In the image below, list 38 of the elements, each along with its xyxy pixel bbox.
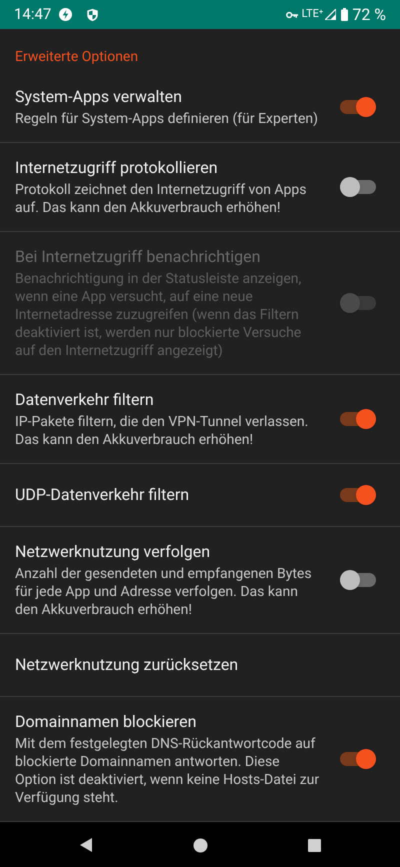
toggle-switch[interactable] bbox=[340, 488, 376, 502]
setting-description: Mit dem festgelegten DNS-Rückantwortcode auf blockierte Domainnamen antworten. Diese Option ist deaktiviert, wenn keine Hosts-Datei zur Verfügung steht. bbox=[15, 735, 320, 807]
setting-description: Regeln für System-Apps definieren (für Experten) bbox=[15, 110, 319, 128]
toggle-switch[interactable] bbox=[340, 100, 376, 114]
setting-title: Netzwerknutzung zurücksetzen bbox=[15, 654, 240, 676]
setting-description: Benachrichtigung in der Statusleiste anzeigen, wenn eine App versucht, auf eine neue Internetadresse zuzugreifen (wenn das Filtern deaktiviert ist, werden nur blockierte Versuche auf den Internetzugriff angezeigt) bbox=[15, 270, 302, 360]
settings-row[interactable]: Internetzugriff protokollieren Protokoll zeichnet den Internetzugriff von Apps auf. Das kann den Akkuverbrauch erhöhen! bbox=[0, 143, 400, 232]
bolt-icon bbox=[59, 8, 72, 21]
setting-title: Internetzugriff protokollieren bbox=[15, 157, 219, 179]
battery-icon bbox=[341, 8, 348, 21]
shield-icon bbox=[86, 8, 100, 22]
settings-row[interactable]: System-Apps verwalten Regeln für System-Apps definieren (für Experten) bbox=[0, 72, 400, 143]
setting-description: Anzahl der gesendeten und empfangenen Bytes für jede App und Adresse verfolgen. Das kann den Akkuverbrauch erhöhen! bbox=[15, 565, 313, 619]
settings-row[interactable]: Datenverkehr filtern IP-Pakete filtern, die den VPN-Tunnel verlassen. Das kann den Akkuverbrauch erhöhen! bbox=[0, 375, 400, 464]
toggle-switch[interactable] bbox=[340, 752, 376, 766]
clock: 14:47 bbox=[14, 4, 52, 26]
setting-title: System-Apps verwalten bbox=[15, 86, 183, 108]
overview-icon[interactable] bbox=[308, 838, 321, 852]
setting-description: IP-Pakete filtern, die den VPN-Tunnel verlassen. Das kann den Akkuverbrauch erhöhen! bbox=[15, 413, 310, 449]
network-type: LTE⁺ bbox=[302, 6, 324, 22]
toggle-switch[interactable] bbox=[340, 180, 376, 194]
battery-level: 72 % bbox=[352, 4, 386, 26]
toggle-switch[interactable] bbox=[340, 573, 376, 587]
setting-title: Datenverkehr filtern bbox=[15, 389, 155, 411]
setting-description: Protokoll zeichnet den Internetzugriff von Apps auf. Das kann den Akkuverbrauch erhöhen! bbox=[15, 181, 308, 217]
settings-row[interactable]: UDP-Datenverkehr filtern bbox=[0, 464, 400, 527]
settings-row[interactable]: Netzwerknutzung verfolgen Anzahl der gesendeten und empfangenen Bytes für jede App und Adresse verfolgen. Das kann den Akkuverbrauch erhöhen! bbox=[0, 527, 400, 634]
toggle-switch[interactable] bbox=[340, 412, 376, 426]
settings-row[interactable]: Netzwerknutzung zurücksetzen bbox=[0, 634, 400, 697]
back-icon[interactable] bbox=[79, 837, 93, 853]
setting-title: Domainnamen blockieren bbox=[15, 711, 198, 733]
key-icon bbox=[286, 10, 299, 18]
setting-title: Bei Internetzugriff benachrichtigen bbox=[15, 246, 262, 268]
section-header: Erweiterte Optionen bbox=[14, 48, 140, 67]
setting-title: UDP-Datenverkehr filtern bbox=[15, 484, 190, 506]
home-icon[interactable] bbox=[193, 838, 208, 852]
setting-title: Netzwerknutzung verfolgen bbox=[15, 541, 212, 563]
signal-icon bbox=[325, 9, 336, 20]
